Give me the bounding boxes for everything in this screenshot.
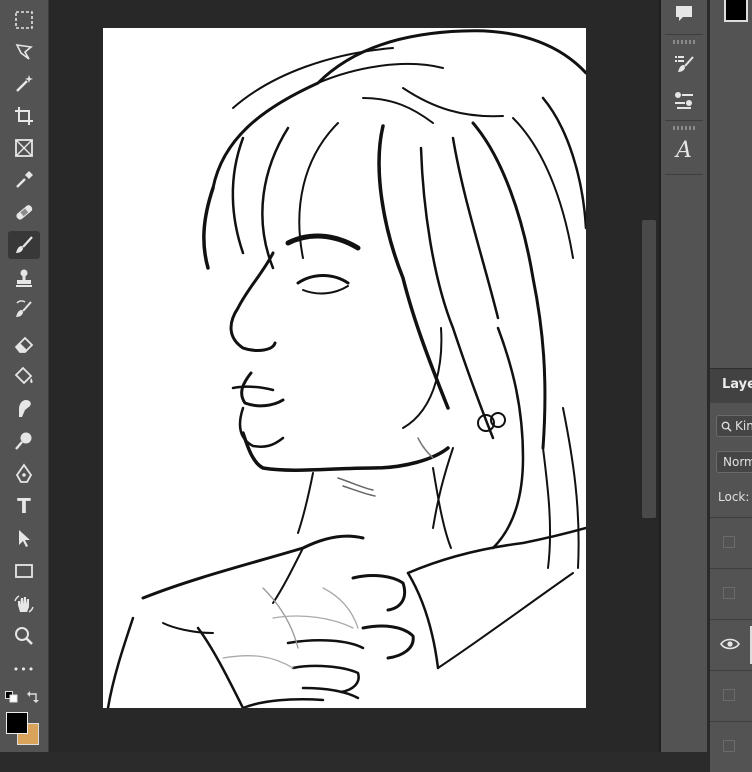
comments-panel-button[interactable] (669, 0, 699, 28)
pen-icon (15, 463, 33, 483)
search-icon (721, 421, 732, 432)
layer-visibility-toggle[interactable] (723, 536, 735, 548)
blend-mode-value: Normal (723, 455, 752, 469)
rectangular-marquee-tool[interactable] (8, 6, 40, 34)
sketch-artwork (106, 29, 586, 708)
path-selection-tool[interactable] (8, 524, 40, 552)
brush-settings-button[interactable] (669, 50, 699, 78)
italic-a-icon: A (676, 137, 692, 163)
layer-row[interactable] (710, 619, 752, 670)
crop-icon (15, 107, 33, 125)
hand-rotate-icon (14, 595, 34, 613)
eyedropper-tool[interactable] (8, 166, 40, 194)
smudge-tool[interactable] (8, 394, 40, 422)
ellipsis-icon: ••• (12, 662, 36, 676)
crop-tool[interactable] (8, 102, 40, 130)
brush-presets-icon (675, 92, 693, 109)
strip-separator (665, 34, 703, 35)
bucket-icon (14, 366, 33, 385)
vertical-scrollbar-thumb[interactable] (642, 220, 656, 518)
smudge-icon (19, 400, 31, 417)
drawing-canvas[interactable] (103, 28, 586, 708)
blend-mode-select[interactable]: Normal (716, 451, 752, 473)
layer-filter-kind: Kind (735, 419, 752, 433)
brushes-panel-button[interactable] (669, 86, 699, 114)
magic-wand-tool[interactable] (8, 70, 40, 98)
pen-tool[interactable] (8, 460, 40, 488)
lasso-tool[interactable] (8, 38, 40, 66)
layer-row[interactable] (710, 517, 752, 568)
swap-colors-icon[interactable] (26, 690, 40, 704)
panel-grip[interactable] (673, 40, 695, 44)
frame-icon (15, 139, 33, 157)
stamp-icon (16, 269, 32, 287)
frame-tool[interactable] (8, 134, 40, 162)
layer-row[interactable] (710, 568, 752, 619)
glyphs-panel-button[interactable]: A (669, 136, 699, 164)
history-brush-icon (16, 300, 32, 317)
panel-grip[interactable] (673, 126, 695, 130)
rectangle-icon (15, 564, 33, 578)
marquee-icon (15, 11, 33, 29)
zoom-tool[interactable] (8, 622, 40, 650)
healing-brush-tool[interactable] (8, 198, 40, 226)
magic-wand-icon (16, 75, 33, 92)
eye-icon[interactable] (720, 637, 740, 651)
color-panel-swatch[interactable] (722, 0, 752, 30)
dodge-tool[interactable] (8, 427, 40, 455)
eraser-icon (14, 336, 34, 353)
eraser-tool[interactable] (8, 330, 40, 358)
strip-separator (665, 120, 703, 121)
default-colors-icon[interactable] (5, 691, 19, 703)
eyedropper-icon (16, 171, 33, 188)
brush-icon (16, 236, 33, 253)
layer-row[interactable] (710, 721, 752, 772)
foreground-color-swatch[interactable] (6, 712, 28, 734)
brush-tool[interactable] (8, 231, 40, 259)
layers-tab[interactable]: Layers (722, 377, 752, 392)
history-brush-tool[interactable] (8, 296, 40, 324)
lasso-icon (15, 43, 33, 60)
more-tools-button[interactable]: ••• (8, 655, 40, 683)
layer-visibility-toggle[interactable] (723, 587, 735, 599)
layer-visibility-toggle[interactable] (723, 740, 735, 752)
layer-visibility-toggle[interactable] (723, 689, 735, 701)
type-tool[interactable]: T (8, 492, 40, 520)
speech-bubble-icon (676, 6, 692, 21)
brush-settings-icon (675, 56, 694, 72)
rectangle-tool[interactable] (8, 557, 40, 585)
dodge-icon (15, 432, 32, 450)
strip-separator (665, 174, 703, 175)
arrow-icon (19, 530, 30, 547)
zoom-icon (15, 627, 33, 645)
lock-label: Lock: (718, 490, 750, 504)
type-icon: T (17, 494, 31, 518)
layer-filter-search[interactable]: Kind (716, 415, 752, 437)
clone-stamp-tool[interactable] (8, 264, 40, 292)
paint-bucket-tool[interactable] (8, 362, 40, 390)
collapsed-panels-strip: A (661, 0, 707, 752)
tools-panel: T ••• (0, 0, 49, 752)
bandage-icon (16, 205, 33, 220)
rotate-view-tool[interactable] (8, 590, 40, 618)
layer-row[interactable] (710, 670, 752, 721)
